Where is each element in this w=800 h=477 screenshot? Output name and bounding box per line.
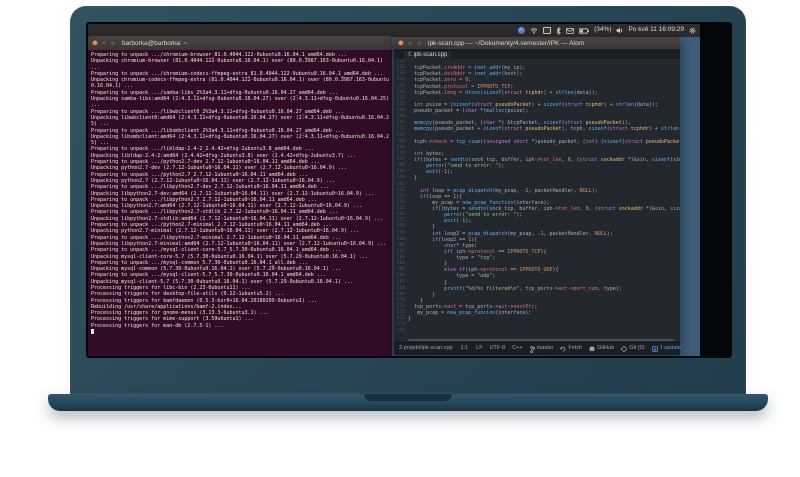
terminal-line: Unpacking chromium-codecs-ffmpeg-extra (…: [91, 77, 390, 90]
terminal-line: Unpacking libsmbclient:amd64 (2:4.3.11+d…: [91, 133, 390, 147]
battery-percentage[interactable]: (34%): [594, 27, 611, 34]
status-git-branch[interactable]: master: [529, 345, 553, 353]
status-bar: 2.projekt/ipk-scan.cpp 1:1 LF UTF-8 C++ …: [394, 342, 681, 355]
status-file-path[interactable]: 2.projekt/ipk-scan.cpp: [399, 346, 453, 352]
app-indicator-icon[interactable]: [518, 27, 526, 34]
status-git-count[interactable]: Git (0): [621, 346, 645, 352]
terminal-title: barborka@barborka: ~: [122, 39, 188, 47]
tab-ipk-scan[interactable]: C ipk-scan.cpp: [402, 50, 454, 59]
terminal-line: Processing triggers for man-db (2.7.5-1)…: [91, 322, 224, 329]
tab-bar: C ipk-scan.cpp: [394, 49, 680, 59]
terminal-window[interactable]: barborka@barborka: ~ Preparing to unpack…: [88, 36, 392, 356]
branch-icon: [529, 345, 535, 353]
status-github[interactable]: GitHub: [589, 346, 614, 352]
terminal-line: Unpacking python2.7-dev (2.7.12-1ubuntu0…: [91, 165, 347, 172]
status-fetch[interactable]: Fetch: [560, 346, 582, 352]
laptop-base: [48, 394, 768, 411]
atom-titlebar[interactable]: ipk-scan.cpp — ~/Dokumenty/4.semester/IP…: [394, 37, 680, 49]
volume-icon[interactable]: [616, 27, 623, 34]
bluetooth-icon[interactable]: [556, 26, 561, 35]
laptop-mockup: (34%) Po kvě 11 16:09:29 barborka@barbor…: [0, 0, 800, 477]
code-line: 575: [394, 329, 680, 335]
close-icon[interactable]: [92, 40, 98, 46]
keyboard-layout-icon[interactable]: [543, 27, 552, 34]
terminal-line: Unpacking python2.7-minimal (2.7.12-1ubu…: [91, 228, 359, 235]
terminal-line: Unpacking mysql-client-core-5.7 (5.7.30-…: [91, 253, 368, 260]
laptop-screen: (34%) Po kvě 11 16:09:29 barborka@barbor…: [86, 22, 732, 358]
battery-icon[interactable]: [579, 27, 589, 34]
status-encoding[interactable]: UTF-8: [490, 346, 506, 352]
status-line-ending[interactable]: LF: [476, 346, 482, 352]
laptop-lid: (34%) Po kvě 11 16:09:29 barborka@barbor…: [70, 6, 746, 394]
minimize-icon[interactable]: [101, 40, 107, 46]
atom-window-title: ipk-scan.cpp — ~/Dokumenty/4.semester/IP…: [428, 39, 585, 47]
terminal-line: Unpacking samba-libs:amd64 (2:4.3.11+dfs…: [91, 96, 392, 109]
wifi-icon[interactable]: [530, 27, 538, 34]
terminal-output[interactable]: Preparing to unpack .../chromium-browser…: [88, 50, 392, 356]
line-number[interactable]: 575: [394, 329, 408, 335]
clock[interactable]: Po kvě 11 16:09:29: [628, 27, 684, 34]
horizontal-scrollbar[interactable]: [408, 339, 674, 341]
status-updates[interactable]: 1 update: [651, 346, 681, 352]
session-gear-icon[interactable]: [689, 27, 696, 34]
laptop-base-notch: [364, 394, 452, 401]
github-icon: [589, 346, 595, 352]
minimize-icon[interactable]: [407, 40, 413, 46]
maximize-icon[interactable]: [110, 40, 116, 46]
terminal-line: Unpacking libwbclient0:amd64 (2:4.3.11+d…: [91, 114, 390, 128]
code-editor[interactable]: 531 532 tcpPacket.srcAddr = inet_addr(my_…: [394, 59, 680, 338]
git-diff-icon: [621, 346, 628, 352]
fetch-sync-icon: [560, 346, 566, 352]
system-tray: (34%) Po kvě 11 16:09:29: [518, 26, 696, 35]
terminal-line: Unpacking libpython2.7-dev:amd64 (2.7.12…: [91, 190, 374, 197]
status-language[interactable]: C++: [512, 346, 522, 352]
terminal-titlebar[interactable]: barborka@barborka: ~: [88, 36, 392, 50]
status-cursor-position[interactable]: 1:1: [461, 346, 469, 352]
desktop[interactable]: (34%) Po kvě 11 16:09:29 barborka@barbor…: [88, 24, 700, 356]
mail-icon[interactable]: [566, 27, 575, 34]
terminal-line: Unpacking chromium-browser (81.0.4044.12…: [91, 58, 387, 71]
cpp-file-icon: C: [408, 51, 412, 58]
atom-editor-window[interactable]: ipk-scan.cpp — ~/Dokumenty/4.semester/IP…: [394, 37, 681, 355]
terminal-cursor: [91, 329, 94, 335]
close-icon[interactable]: [398, 40, 404, 46]
maximize-icon[interactable]: [416, 40, 422, 46]
tab-label: ipk-scan.cpp: [413, 52, 448, 58]
update-package-icon: [651, 346, 658, 352]
